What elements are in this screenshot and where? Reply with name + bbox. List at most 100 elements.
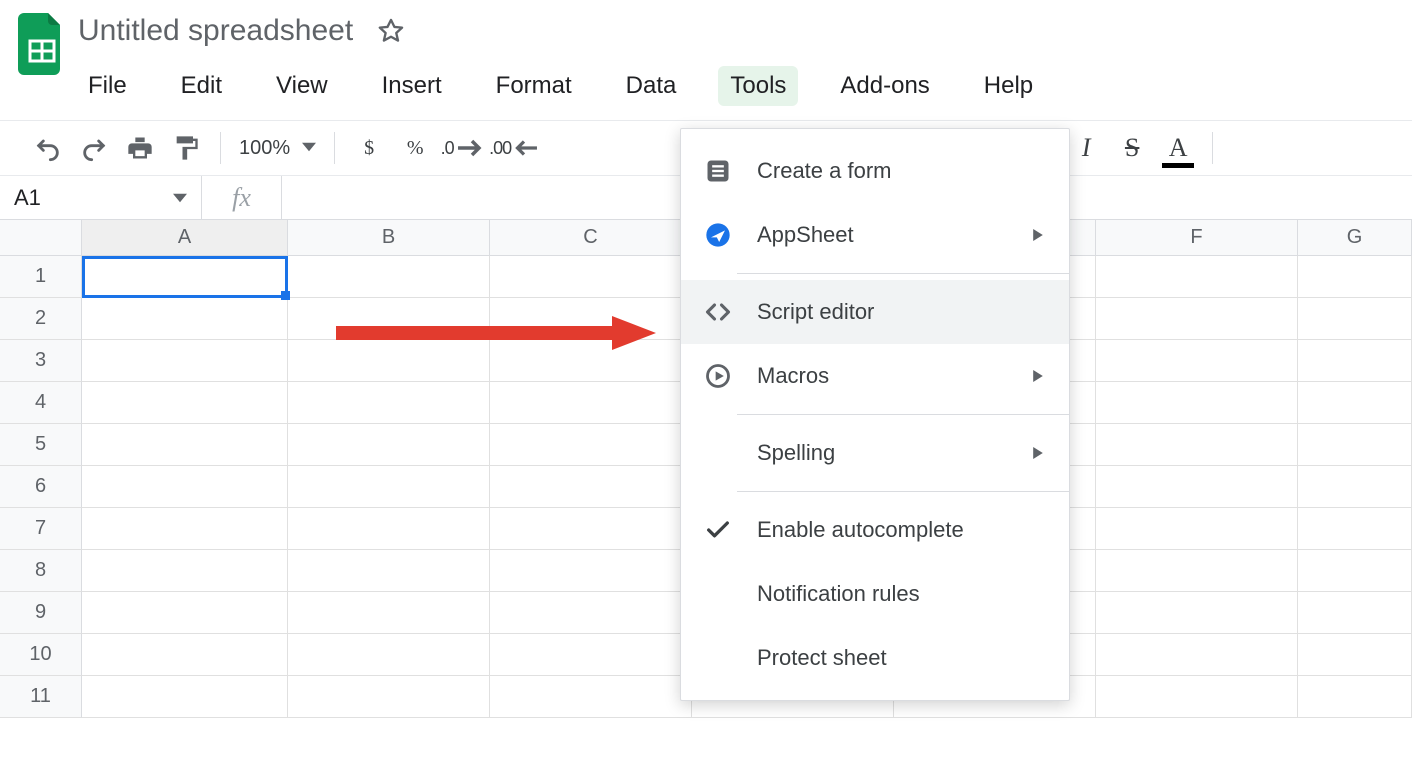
cell[interactable] [490, 508, 692, 550]
star-icon[interactable] [377, 17, 405, 45]
cell[interactable] [288, 508, 490, 550]
row-header[interactable]: 10 [0, 634, 82, 676]
text-color-button[interactable]: A [1156, 126, 1200, 170]
row-header[interactable]: 8 [0, 550, 82, 592]
cell[interactable] [288, 550, 490, 592]
cell[interactable] [1096, 592, 1298, 634]
cell[interactable] [288, 382, 490, 424]
menu-addons[interactable]: Add-ons [828, 66, 941, 106]
cell[interactable] [1298, 382, 1412, 424]
cell[interactable] [82, 466, 288, 508]
cell[interactable] [1096, 466, 1298, 508]
cell[interactable] [1096, 298, 1298, 340]
cell[interactable] [82, 676, 288, 718]
paint-format-button[interactable] [164, 126, 208, 170]
menu-data[interactable]: Data [614, 66, 689, 106]
cell[interactable] [490, 592, 692, 634]
document-title[interactable]: Untitled spreadsheet [74, 12, 357, 50]
cell[interactable] [1298, 424, 1412, 466]
menu-item-create-a-form[interactable]: Create a form [681, 139, 1069, 203]
cell[interactable] [1298, 466, 1412, 508]
row-header[interactable]: 4 [0, 382, 82, 424]
row-header[interactable]: 6 [0, 466, 82, 508]
cell[interactable] [288, 592, 490, 634]
cell[interactable] [288, 634, 490, 676]
cell[interactable] [490, 634, 692, 676]
menu-item-script-editor[interactable]: Script editor [681, 280, 1069, 344]
decrease-decimal-button[interactable]: .0 [439, 126, 487, 170]
row-header[interactable]: 3 [0, 340, 82, 382]
row-header[interactable]: 2 [0, 298, 82, 340]
cell[interactable] [1096, 340, 1298, 382]
cell[interactable] [1298, 256, 1412, 298]
increase-decimal-button[interactable]: .00 [489, 126, 537, 170]
cell[interactable] [490, 424, 692, 466]
cell[interactable] [1096, 550, 1298, 592]
cell[interactable] [288, 256, 490, 298]
menu-help[interactable]: Help [972, 66, 1045, 106]
cell[interactable] [82, 424, 288, 466]
cell[interactable] [1096, 634, 1298, 676]
menu-format[interactable]: Format [484, 66, 584, 106]
row-header[interactable]: 9 [0, 592, 82, 634]
column-header[interactable]: F [1096, 220, 1298, 255]
format-currency-button[interactable]: $ [347, 126, 391, 170]
menu-item-notification-rules[interactable]: Notification rules [681, 562, 1069, 626]
column-header[interactable]: C [490, 220, 692, 255]
print-button[interactable] [118, 126, 162, 170]
cell[interactable] [1298, 298, 1412, 340]
italic-button[interactable]: I [1064, 126, 1108, 170]
cell[interactable] [490, 382, 692, 424]
menu-item-appsheet[interactable]: AppSheet [681, 203, 1069, 267]
cell[interactable] [1298, 592, 1412, 634]
menu-item-protect-sheet[interactable]: Protect sheet [681, 626, 1069, 690]
cell[interactable] [1096, 676, 1298, 718]
menu-view[interactable]: View [264, 66, 340, 106]
cell[interactable] [288, 424, 490, 466]
menu-item-spelling[interactable]: Spelling [681, 421, 1069, 485]
cell[interactable] [1096, 508, 1298, 550]
cell[interactable] [1298, 508, 1412, 550]
menu-insert[interactable]: Insert [370, 66, 454, 106]
sheets-logo[interactable] [10, 8, 74, 80]
menu-item-macros[interactable]: Macros [681, 344, 1069, 408]
cell[interactable] [1096, 382, 1298, 424]
cell[interactable] [82, 508, 288, 550]
cell[interactable] [1096, 424, 1298, 466]
cell[interactable] [82, 634, 288, 676]
column-header[interactable]: A [82, 220, 288, 255]
cell[interactable] [1298, 550, 1412, 592]
redo-button[interactable] [72, 126, 116, 170]
undo-button[interactable] [26, 126, 70, 170]
cell[interactable] [1298, 634, 1412, 676]
menu-tools[interactable]: Tools [718, 66, 798, 106]
cell[interactable] [82, 550, 288, 592]
name-box[interactable]: A1 [0, 176, 202, 219]
cell[interactable] [490, 466, 692, 508]
column-header[interactable]: G [1298, 220, 1412, 255]
cell[interactable] [82, 592, 288, 634]
cell[interactable] [82, 382, 288, 424]
cell[interactable] [1298, 676, 1412, 718]
toolbar-overflow[interactable] [1225, 137, 1253, 159]
cell[interactable] [490, 676, 692, 718]
cell[interactable] [1096, 256, 1298, 298]
row-header[interactable]: 11 [0, 676, 82, 718]
format-percent-button[interactable]: % [393, 126, 437, 170]
cell[interactable] [1298, 340, 1412, 382]
cell[interactable] [490, 256, 692, 298]
menu-file[interactable]: File [76, 66, 139, 106]
cell[interactable] [490, 550, 692, 592]
strikethrough-button[interactable]: S [1110, 126, 1154, 170]
menu-edit[interactable]: Edit [169, 66, 234, 106]
cell[interactable] [82, 298, 288, 340]
select-all-corner[interactable] [0, 220, 82, 255]
cell[interactable] [82, 340, 288, 382]
cell[interactable] [288, 466, 490, 508]
row-header[interactable]: 5 [0, 424, 82, 466]
menu-item-enable-autocomplete[interactable]: Enable autocomplete [681, 498, 1069, 562]
fill-handle[interactable] [281, 291, 290, 300]
cell[interactable] [288, 676, 490, 718]
row-header[interactable]: 7 [0, 508, 82, 550]
column-header[interactable]: B [288, 220, 490, 255]
